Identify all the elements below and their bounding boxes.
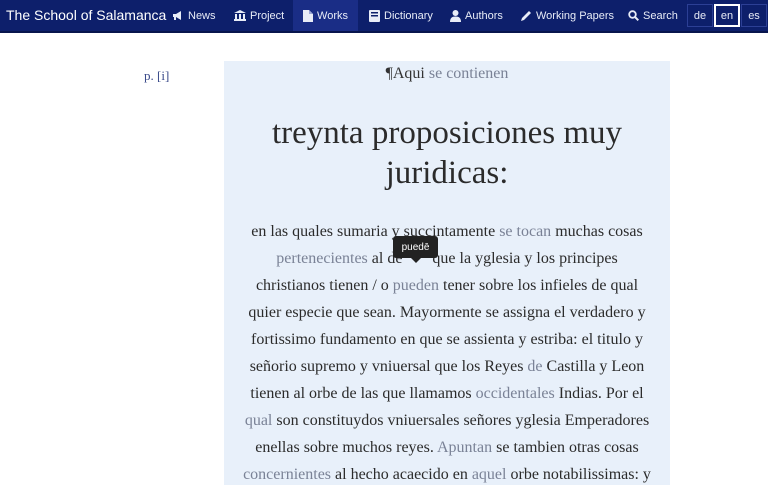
text-fragment: fortissimo fundamento en que se assienta… — [251, 331, 643, 348]
text-fragment: en las quales sumaria y succintamente — [251, 223, 500, 240]
heading-line: ¶Aqui se contienen — [224, 65, 670, 83]
nav-label-search: Search — [643, 9, 678, 22]
body-text: en las quales sumaria y succintamente se… — [224, 218, 670, 488]
text-fragment: al hecho acaecido en — [331, 466, 472, 483]
person-icon — [450, 9, 461, 22]
nav-label-works: Works — [317, 9, 348, 22]
lang-es[interactable]: es — [741, 4, 767, 27]
text-fragment: Castilla y Leon — [542, 358, 645, 375]
text-fragment: tener sobre los infieles de qual — [439, 277, 639, 294]
text-line: señorio supremo y vniuersal que los Reye… — [224, 353, 670, 380]
nav-label-working-papers: Working Papers — [536, 9, 615, 22]
heading-marked-contienen[interactable]: contienen — [446, 65, 508, 82]
nav-label-dictionary: Dictionary — [384, 9, 433, 22]
title-line-1: treynta proposiciones muy — [271, 115, 623, 151]
text-fragment: tienen al orbe de las que llamamos — [250, 385, 476, 402]
nav-item-works[interactable]: Works — [293, 0, 358, 31]
nav-item-working-papers[interactable]: Working Papers — [521, 0, 614, 31]
top-navbar: The School of Salamanca News Project Wor… — [0, 0, 768, 33]
text-fragment: quier especie que sean. Mayormente se as… — [248, 304, 646, 321]
heading-marked-se[interactable]: se — [429, 65, 442, 82]
text-line: qual son constituydos vniuersales señore… — [224, 407, 670, 434]
nav-item-dictionary[interactable]: Dictionary — [369, 0, 433, 31]
nav-label-news: News — [188, 9, 216, 22]
marked-word[interactable]: qual — [245, 412, 273, 429]
text-panel: ¶Aqui se contienen treynta proposiciones… — [224, 61, 670, 485]
institution-icon — [234, 10, 246, 21]
text-fragment: muchas cosas — [551, 223, 643, 240]
nav-label-project: Project — [250, 9, 285, 22]
marked-word[interactable]: occidentales — [476, 385, 555, 402]
word-tooltip: puedē — [393, 236, 438, 263]
marked-word[interactable]: de — [527, 358, 542, 375]
text-line: christianos tienen / o pueden tener sobr… — [224, 272, 670, 299]
text-line: en las quales sumaria y succintamente se… — [224, 218, 670, 245]
nav-item-project[interactable]: Project — [234, 0, 284, 31]
marked-word[interactable]: pertenecientes — [276, 250, 368, 267]
marked-word[interactable]: Apuntan — [437, 439, 492, 456]
lang-de[interactable]: de — [687, 4, 713, 27]
brand-link[interactable]: The School of Salamanca — [6, 7, 166, 23]
text-fragment: se tambien otras cosas — [492, 439, 639, 456]
nav-item-news[interactable]: News — [172, 0, 216, 31]
text-line: enellas sobre muchos reyes. Apuntan se t… — [224, 434, 670, 461]
text-fragment: señorio supremo y vniuersal que los Reye… — [249, 358, 528, 375]
text-fragment: son constituydos vniuersales señores ygl… — [272, 412, 650, 429]
marked-word[interactable]: se tocan — [499, 223, 551, 240]
work-title: treynta proposiciones muy juridicas: — [224, 113, 670, 193]
text-line: tienen al orbe de las que llamamos occid… — [224, 380, 670, 407]
text-fragment: enellas sobre muchos reyes. — [255, 439, 437, 456]
heading-prefix: ¶Aqui — [385, 65, 429, 82]
megaphone-icon — [173, 11, 181, 20]
pencil-icon — [521, 11, 531, 21]
text-line: fortissimo fundamento en que se assienta… — [224, 326, 670, 353]
marked-word[interactable]: aquel — [472, 466, 507, 483]
lang-en[interactable]: en — [714, 4, 740, 27]
title-line-2: juridicas: — [385, 155, 509, 191]
marked-word[interactable]: pueden — [393, 277, 439, 294]
text-fragment: orbe notabilissimas: y — [506, 466, 651, 483]
text-fragment: que la yglesia y los principes — [432, 250, 618, 267]
text-line: quier especie que sean. Mayormente se as… — [224, 299, 670, 326]
nav-label-authors: Authors — [465, 9, 503, 22]
book-icon — [369, 9, 380, 22]
language-switcher: de en es — [686, 4, 767, 27]
text-fragment: christianos tienen / o — [255, 277, 393, 294]
nav-item-search[interactable]: Search — [628, 0, 678, 31]
nav-item-authors[interactable]: Authors — [450, 0, 503, 31]
marked-word[interactable]: concernientes — [243, 466, 331, 483]
text-fragment: Indias. Por el — [554, 385, 644, 402]
document-icon — [303, 9, 314, 22]
search-icon — [628, 10, 639, 21]
text-line: concernientes al hecho acaecido en aquel… — [224, 461, 670, 488]
text-line: pertenecientes al de que la yglesia y los… — [224, 245, 670, 272]
page-number-link[interactable]: p. [i] — [144, 68, 169, 84]
